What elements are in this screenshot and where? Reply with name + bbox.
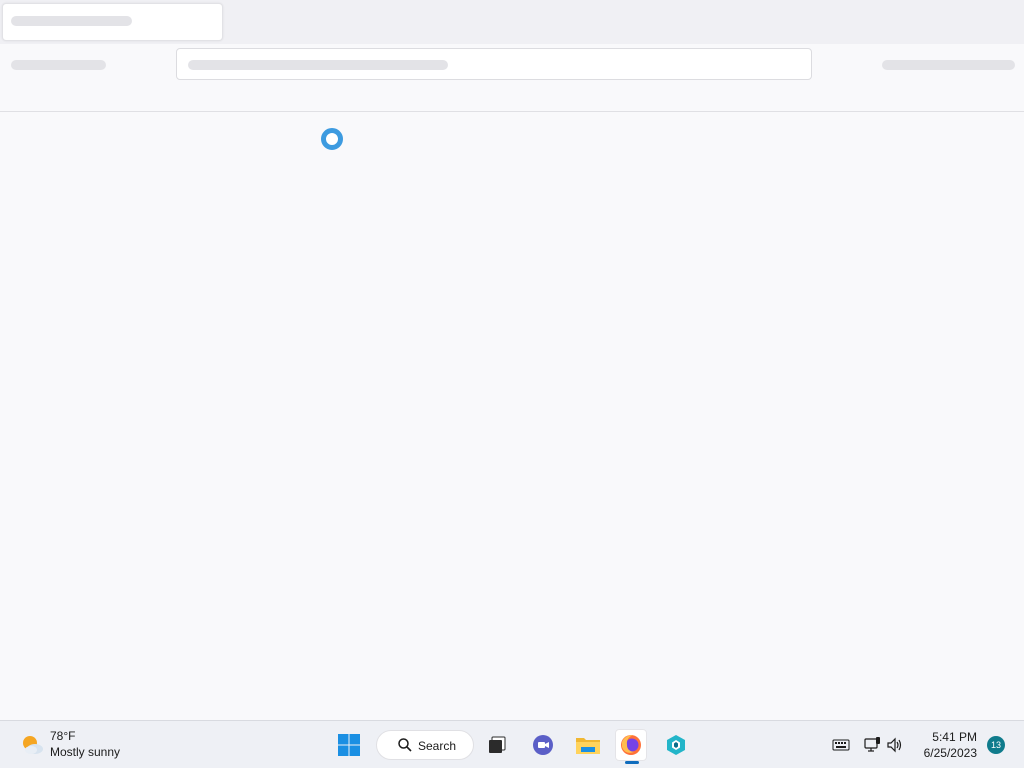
clock[interactable]: 5:41 PM 6/25/2023 [915,729,977,761]
app-button[interactable] [660,729,692,761]
active-app-indicator [625,761,639,764]
browser-tab[interactable] [2,3,223,41]
chat-button[interactable] [527,729,559,761]
weather-widget[interactable]: 78°F Mostly sunny [18,729,158,761]
clock-date: 6/25/2023 [923,746,977,760]
taskbar: 78°F Mostly sunny Search 5:41 PM 6/25/20… [0,720,1024,768]
keyboard-icon[interactable] [832,736,850,754]
search-icon [398,738,412,752]
task-view-icon [489,736,506,753]
weather-condition: Mostly sunny [50,745,121,759]
nav-left-placeholder [11,60,106,70]
file-explorer-button[interactable] [572,729,604,761]
weather-temperature: 78°F [50,729,76,743]
firefox-icon [621,735,641,755]
nav-right-placeholder [882,60,1015,70]
address-placeholder [188,60,448,70]
tab-title-placeholder [11,16,132,26]
search-label: Search [418,739,457,753]
start-button[interactable] [333,729,365,761]
address-bar[interactable] [176,48,812,80]
screen: 78°F Mostly sunny Search 5:41 PM 6/25/20… [0,0,1024,768]
tab-strip [0,0,1024,44]
notification-badge[interactable]: 13 [987,736,1005,754]
file-explorer-icon [576,738,600,754]
start-icon [338,734,360,756]
firefox-button[interactable] [615,729,647,761]
network-icon[interactable] [863,736,881,754]
page-content [0,113,1024,720]
weather-partly-sunny-icon [23,736,43,754]
volume-icon[interactable] [886,736,904,754]
chat-icon [533,735,553,755]
app-icon [667,735,685,755]
loading-spinner-icon [321,128,343,150]
task-view-button[interactable] [481,729,513,761]
taskbar-search[interactable]: Search [376,730,474,760]
nav-bar [0,44,1024,112]
clock-time: 5:41 PM [932,730,977,744]
